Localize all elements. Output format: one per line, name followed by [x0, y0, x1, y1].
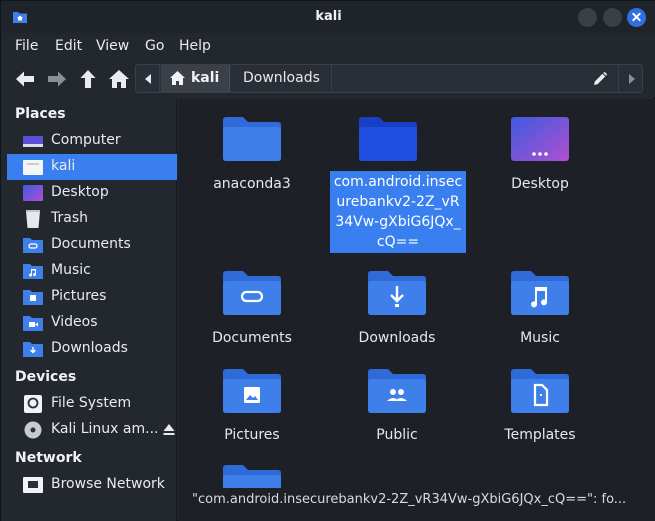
downloads-folder-icon — [23, 342, 43, 357]
maximize-button[interactable] — [603, 8, 622, 27]
videos-folder-icon — [23, 316, 43, 331]
sidebar-item-label: Videos — [51, 314, 98, 330]
title-bar[interactable]: kali — [1, 1, 655, 33]
sidebar-item-label: Browse Network — [51, 476, 165, 492]
sidebar-item-computer[interactable]: Computer — [7, 128, 177, 154]
sidebar-item-label: Kali Linux am... — [51, 421, 159, 437]
file-item-label: anaconda3 — [213, 176, 291, 192]
forward-arrow-icon[interactable] — [45, 67, 69, 91]
menu-help[interactable]: Help — [179, 38, 211, 54]
sidebar-item-label: Pictures — [51, 288, 107, 304]
public-folder-icon — [368, 369, 426, 413]
sidebar-item-trash[interactable]: Trash — [7, 206, 177, 232]
path-scroll-right-button[interactable] — [618, 65, 643, 92]
file-icon-view[interactable]: anaconda3 com.android.insecurebankv2-2Z_… — [178, 99, 655, 488]
path-home-label: kali — [191, 70, 220, 86]
menu-file[interactable]: File — [15, 38, 38, 54]
file-item-label: Downloads — [358, 330, 436, 346]
sidebar-item-label: kali — [51, 158, 76, 174]
sidebar-item-label: Music — [51, 262, 91, 278]
file-item-label: Desktop — [511, 176, 569, 192]
path-bar: kali Downloads — [135, 64, 643, 93]
places-heading: Places — [15, 106, 66, 122]
sidebar: Places Computer kali Desktop Trash Docum… — [1, 99, 177, 521]
pictures-folder-icon — [23, 290, 43, 305]
chevron-right-icon — [629, 74, 635, 84]
sidebar-item-pictures[interactable]: Pictures — [7, 284, 177, 310]
file-item-label: com.android.insecurebankv2-2Z_vR34Vw-gXb… — [330, 171, 466, 253]
window-title: kali — [315, 9, 342, 24]
sidebar-item-kali[interactable]: kali — [7, 154, 177, 180]
folder-icon — [223, 117, 281, 161]
devices-heading: Devices — [15, 369, 77, 385]
path-home-button[interactable]: kali — [161, 65, 230, 92]
minimize-button[interactable] — [578, 8, 597, 27]
sidebar-item-downloads[interactable]: Downloads — [7, 336, 177, 362]
sidebar-item-music[interactable]: Music — [7, 258, 177, 284]
folder-icon — [223, 465, 281, 488]
path-scroll-left-button[interactable] — [136, 65, 160, 92]
home-folder-icon — [23, 160, 43, 175]
menu-go[interactable]: Go — [145, 38, 164, 54]
network-heading: Network — [15, 450, 82, 466]
disc-icon — [24, 421, 42, 439]
sidebar-item-kali-linux[interactable]: Kali Linux am... — [7, 417, 177, 443]
back-arrow-icon[interactable] — [13, 67, 37, 91]
sidebar-item-label: Trash — [51, 210, 88, 226]
home-icon — [170, 71, 185, 85]
computer-icon — [23, 136, 43, 147]
desktop-folder-icon — [511, 117, 569, 161]
path-downloads-button[interactable]: Downloads — [230, 65, 332, 92]
sidebar-item-label: File System — [51, 395, 132, 411]
sidebar-item-documents[interactable]: Documents — [7, 232, 177, 258]
sidebar-item-videos[interactable]: Videos — [7, 310, 177, 336]
desktop-icon — [23, 185, 43, 201]
downloads-folder-icon — [368, 271, 426, 315]
file-item-label: Pictures — [224, 427, 280, 443]
file-item-label: Music — [520, 330, 560, 346]
sidebar-item-label: Computer — [51, 132, 121, 148]
sidebar-item-file-system[interactable]: File System — [7, 391, 177, 417]
drive-icon — [24, 395, 42, 413]
documents-folder-icon — [223, 271, 281, 315]
music-folder-icon — [511, 271, 569, 315]
file-item-label: Templates — [504, 427, 576, 443]
sidebar-item-label: Downloads — [51, 340, 128, 356]
home-icon[interactable] — [107, 67, 131, 91]
sidebar-item-desktop[interactable]: Desktop — [7, 180, 177, 206]
file-item-label: Public — [376, 427, 418, 443]
file-manager-window: kali File Edit View Go Help kali Downloa… — [0, 0, 655, 521]
status-text: "com.android.insecurebankv2-2Z_vR34Vw-gX… — [192, 492, 627, 507]
documents-folder-icon — [23, 238, 43, 253]
up-arrow-icon[interactable] — [76, 67, 100, 91]
sidebar-item-label: Documents — [51, 236, 131, 252]
sidebar-item-label: Desktop — [51, 184, 109, 200]
folder-icon — [359, 117, 417, 161]
menu-view[interactable]: View — [96, 38, 129, 54]
sidebar-item-browse-network[interactable]: Browse Network — [7, 472, 177, 498]
menu-edit[interactable]: Edit — [55, 38, 82, 54]
edit-location-icon[interactable] — [592, 71, 608, 87]
status-bar: "com.android.insecurebankv2-2Z_vR34Vw-gX… — [178, 488, 655, 521]
music-folder-icon — [23, 264, 43, 279]
close-button[interactable] — [627, 8, 646, 27]
templates-folder-icon — [511, 369, 569, 413]
file-item-label: Documents — [212, 330, 292, 346]
menu-bar: File Edit View Go Help — [1, 33, 655, 61]
toolbar: kali Downloads — [1, 61, 655, 97]
pictures-folder-icon — [223, 369, 281, 413]
network-icon — [23, 477, 43, 493]
chevron-left-icon — [145, 74, 151, 84]
trash-icon — [26, 210, 40, 228]
path-downloads-label: Downloads — [243, 70, 320, 86]
eject-icon[interactable] — [163, 423, 175, 436]
